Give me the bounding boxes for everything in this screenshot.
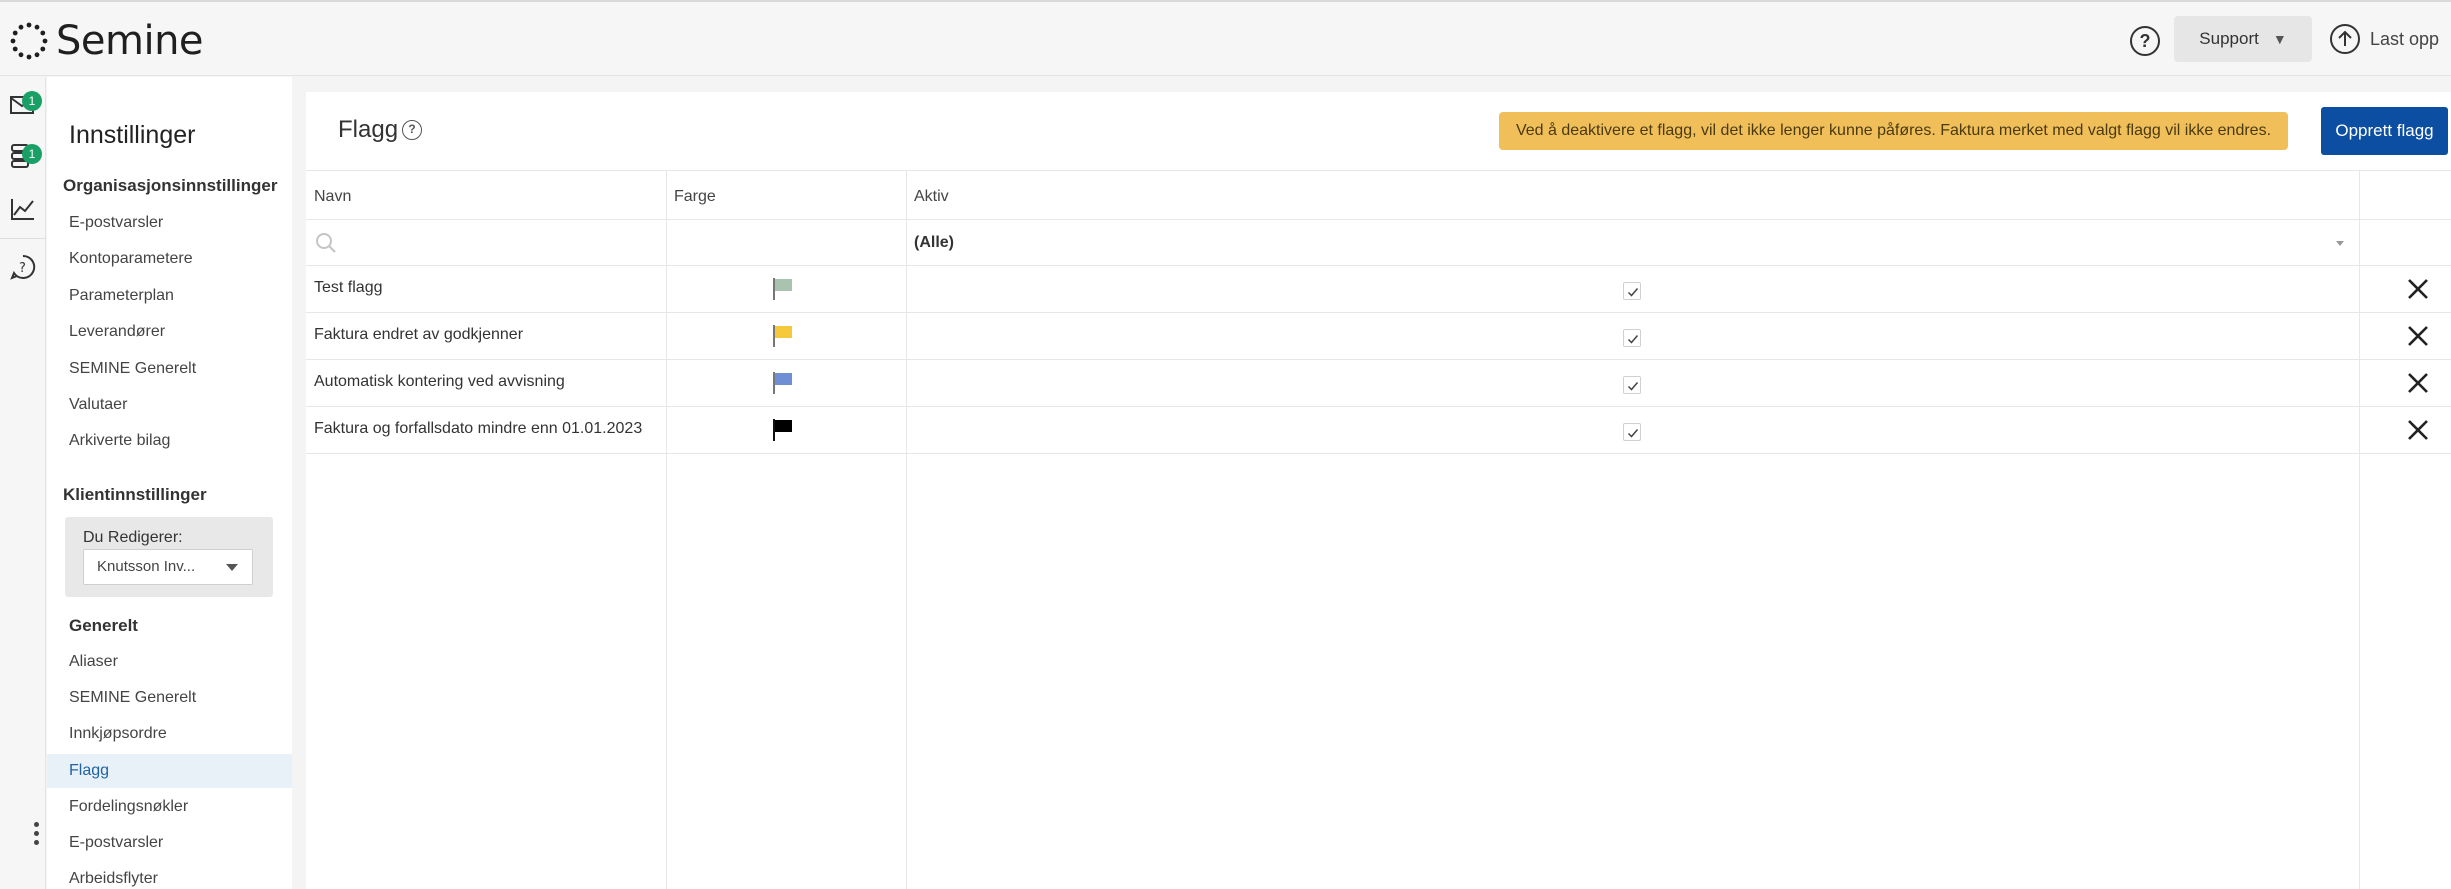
column-divider bbox=[906, 171, 907, 889]
column-divider bbox=[2359, 171, 2360, 889]
org-settings-heading: Organisasjonsinnstillinger bbox=[63, 176, 278, 195]
flag-color-icon bbox=[773, 325, 792, 347]
sidebar-item-suppliers[interactable]: Leverandører bbox=[69, 323, 165, 341]
column-header-color[interactable]: Farge bbox=[674, 188, 716, 206]
caret-down-icon bbox=[226, 564, 238, 571]
row-divider bbox=[306, 219, 2451, 220]
client-editor-box: Du Redigerer: Knutsson Inv... bbox=[65, 517, 273, 597]
deactivation-warning: Ved å deaktivere et flagg, vil det ikke … bbox=[1499, 112, 2288, 150]
client-select[interactable]: Knutsson Inv... bbox=[83, 549, 253, 585]
create-flag-button[interactable]: Opprett flagg bbox=[2321, 107, 2448, 155]
column-divider bbox=[666, 171, 667, 889]
icon-rail: 1 1 ? bbox=[0, 77, 46, 889]
flag-color-icon bbox=[773, 372, 792, 394]
more-options-icon[interactable] bbox=[34, 822, 40, 849]
top-bar: Semine ? Support ▼ Last opp bbox=[0, 0, 2451, 76]
reports-chart-icon[interactable] bbox=[9, 195, 37, 223]
delete-x-icon[interactable] bbox=[2406, 324, 2430, 348]
rail-divider bbox=[0, 238, 46, 239]
delete-x-icon[interactable] bbox=[2406, 418, 2430, 442]
sidebar-item-parameter-plan[interactable]: Parameterplan bbox=[69, 287, 174, 305]
column-header-active[interactable]: Aktiv bbox=[914, 188, 949, 206]
flags-panel: Flagg ? Ved å deaktivere et flagg, vil d… bbox=[306, 92, 2451, 889]
row-divider bbox=[306, 312, 2451, 313]
sidebar-title: Innstillinger bbox=[69, 121, 196, 149]
sidebar-item-archived-vouchers[interactable]: Arkiverte bilag bbox=[69, 432, 170, 450]
row-divider bbox=[306, 406, 2451, 407]
column-header-name[interactable]: Navn bbox=[314, 188, 351, 206]
upload-icon bbox=[2330, 24, 2360, 54]
svg-text:?: ? bbox=[19, 261, 26, 276]
general-heading: Generelt bbox=[69, 616, 138, 635]
active-checkbox[interactable] bbox=[1623, 282, 1641, 300]
active-filter-select[interactable]: (Alle) bbox=[914, 234, 954, 252]
sidebar-item-workflows[interactable]: Arbeidsflyter bbox=[69, 870, 158, 888]
flag-color-icon bbox=[773, 278, 792, 300]
inbox-badge: 1 bbox=[22, 91, 42, 111]
table-row-name[interactable]: Faktura endret av godkjenner bbox=[314, 326, 523, 344]
table-row-name[interactable]: Automatisk kontering ved avvisning bbox=[314, 373, 565, 391]
active-checkbox[interactable] bbox=[1623, 423, 1641, 441]
caret-down-icon[interactable] bbox=[2336, 241, 2344, 246]
sidebar-item-email-alerts-client[interactable]: E-postvarsler bbox=[69, 834, 163, 852]
active-checkbox[interactable] bbox=[1623, 329, 1641, 347]
delete-x-icon[interactable] bbox=[2406, 277, 2430, 301]
logo-mark-icon bbox=[10, 22, 48, 60]
sidebar-item-account-parameters[interactable]: Kontoparametere bbox=[69, 250, 193, 268]
search-icon[interactable] bbox=[314, 231, 338, 255]
documents-badge: 1 bbox=[22, 144, 42, 164]
caret-down-icon: ▼ bbox=[2272, 31, 2287, 47]
editor-label: Du Redigerer: bbox=[83, 529, 183, 546]
support-label: Support bbox=[2199, 29, 2259, 48]
help-chat-icon[interactable]: ? bbox=[9, 253, 37, 281]
row-divider bbox=[306, 265, 2451, 266]
active-checkbox[interactable] bbox=[1623, 376, 1641, 394]
upload-button[interactable]: Last opp bbox=[2330, 24, 2439, 54]
semine-logo[interactable]: Semine bbox=[10, 18, 204, 64]
flag-color-icon bbox=[773, 419, 792, 441]
row-divider bbox=[306, 453, 2451, 454]
delete-x-icon[interactable] bbox=[2406, 371, 2430, 395]
page-title: Flagg bbox=[338, 116, 399, 143]
sidebar-item-email-alerts[interactable]: E-postvarsler bbox=[69, 214, 163, 232]
brand-name: Semine bbox=[56, 18, 204, 64]
upload-label: Last opp bbox=[2370, 28, 2440, 49]
sidebar-item-semine-general-client[interactable]: SEMINE Generelt bbox=[69, 689, 196, 707]
sidebar-item-currencies[interactable]: Valutaer bbox=[69, 396, 127, 414]
sidebar-item-distribution-keys[interactable]: Fordelingsnøkler bbox=[69, 798, 188, 816]
flags-table: Navn Farge Aktiv (Alle) Test flagg Faktu… bbox=[306, 170, 2451, 889]
support-dropdown[interactable]: Support ▼ bbox=[2174, 16, 2312, 62]
help-icon[interactable]: ? bbox=[402, 120, 422, 140]
sidebar-item-semine-general[interactable]: SEMINE Generelt bbox=[69, 360, 196, 378]
client-settings-heading: Klientinnstillinger bbox=[63, 485, 207, 504]
sidebar-item-aliases[interactable]: Aliaser bbox=[69, 653, 118, 671]
row-divider bbox=[306, 359, 2451, 360]
client-select-value: Knutsson Inv... bbox=[97, 558, 196, 575]
help-icon[interactable]: ? bbox=[2130, 26, 2160, 56]
sidebar-item-flags[interactable]: Flagg bbox=[47, 754, 292, 788]
sidebar-item-purchase-orders[interactable]: Innkjøpsordre bbox=[69, 725, 167, 743]
table-row-name[interactable]: Test flagg bbox=[314, 279, 382, 297]
settings-sidebar: Innstillinger Organisasjonsinnstillinger… bbox=[47, 77, 292, 889]
table-row-name[interactable]: Faktura og forfallsdato mindre enn 01.01… bbox=[314, 420, 642, 438]
